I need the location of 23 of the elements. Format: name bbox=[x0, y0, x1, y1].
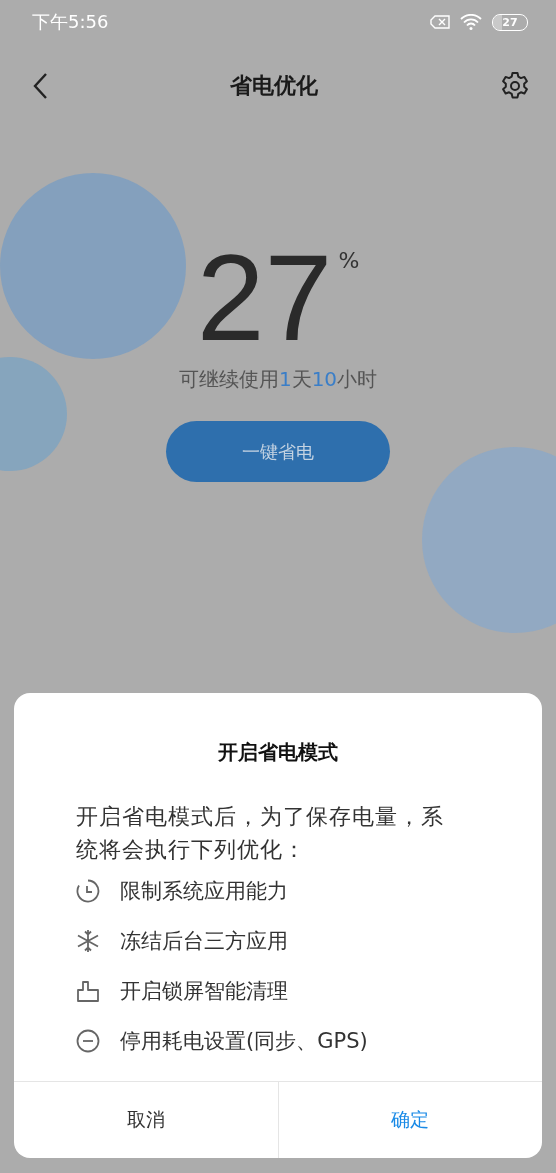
page-title: 省电优化 bbox=[230, 72, 318, 100]
status-time: 下午5:56 bbox=[32, 10, 109, 34]
battery-icon: 27 bbox=[492, 13, 528, 31]
optimization-item: 限制系统应用能力 bbox=[120, 877, 288, 905]
back-icon[interactable] bbox=[32, 72, 48, 100]
optimization-item: 冻结后台三方应用 bbox=[120, 927, 288, 955]
sim-off-icon bbox=[430, 15, 450, 29]
disable-icon bbox=[76, 1028, 100, 1053]
snowflake-icon bbox=[76, 928, 100, 953]
power-save-button[interactable]: 一键省电 bbox=[166, 421, 390, 482]
optimization-item: 停用耗电设置(同步、GPS) bbox=[120, 1027, 368, 1055]
brush-icon bbox=[76, 978, 100, 1003]
dialog-title: 开启省电模式 bbox=[217, 739, 339, 766]
battery-percent: 27 bbox=[196, 238, 333, 358]
percent-sign: % bbox=[338, 248, 360, 273]
remaining-time: 可继续使用1天10小时 bbox=[178, 366, 378, 393]
settings-icon[interactable] bbox=[500, 71, 530, 101]
cancel-button[interactable]: 取消 bbox=[14, 1082, 278, 1158]
clock-icon bbox=[76, 878, 100, 903]
wifi-icon bbox=[460, 14, 482, 30]
confirm-button[interactable]: 确定 bbox=[277, 1082, 542, 1158]
optimization-item: 开启锁屏智能清理 bbox=[120, 977, 288, 1005]
dialog-message: 开启省电模式后，为了保存电量，系统将会执行下列优化： bbox=[76, 803, 445, 864]
